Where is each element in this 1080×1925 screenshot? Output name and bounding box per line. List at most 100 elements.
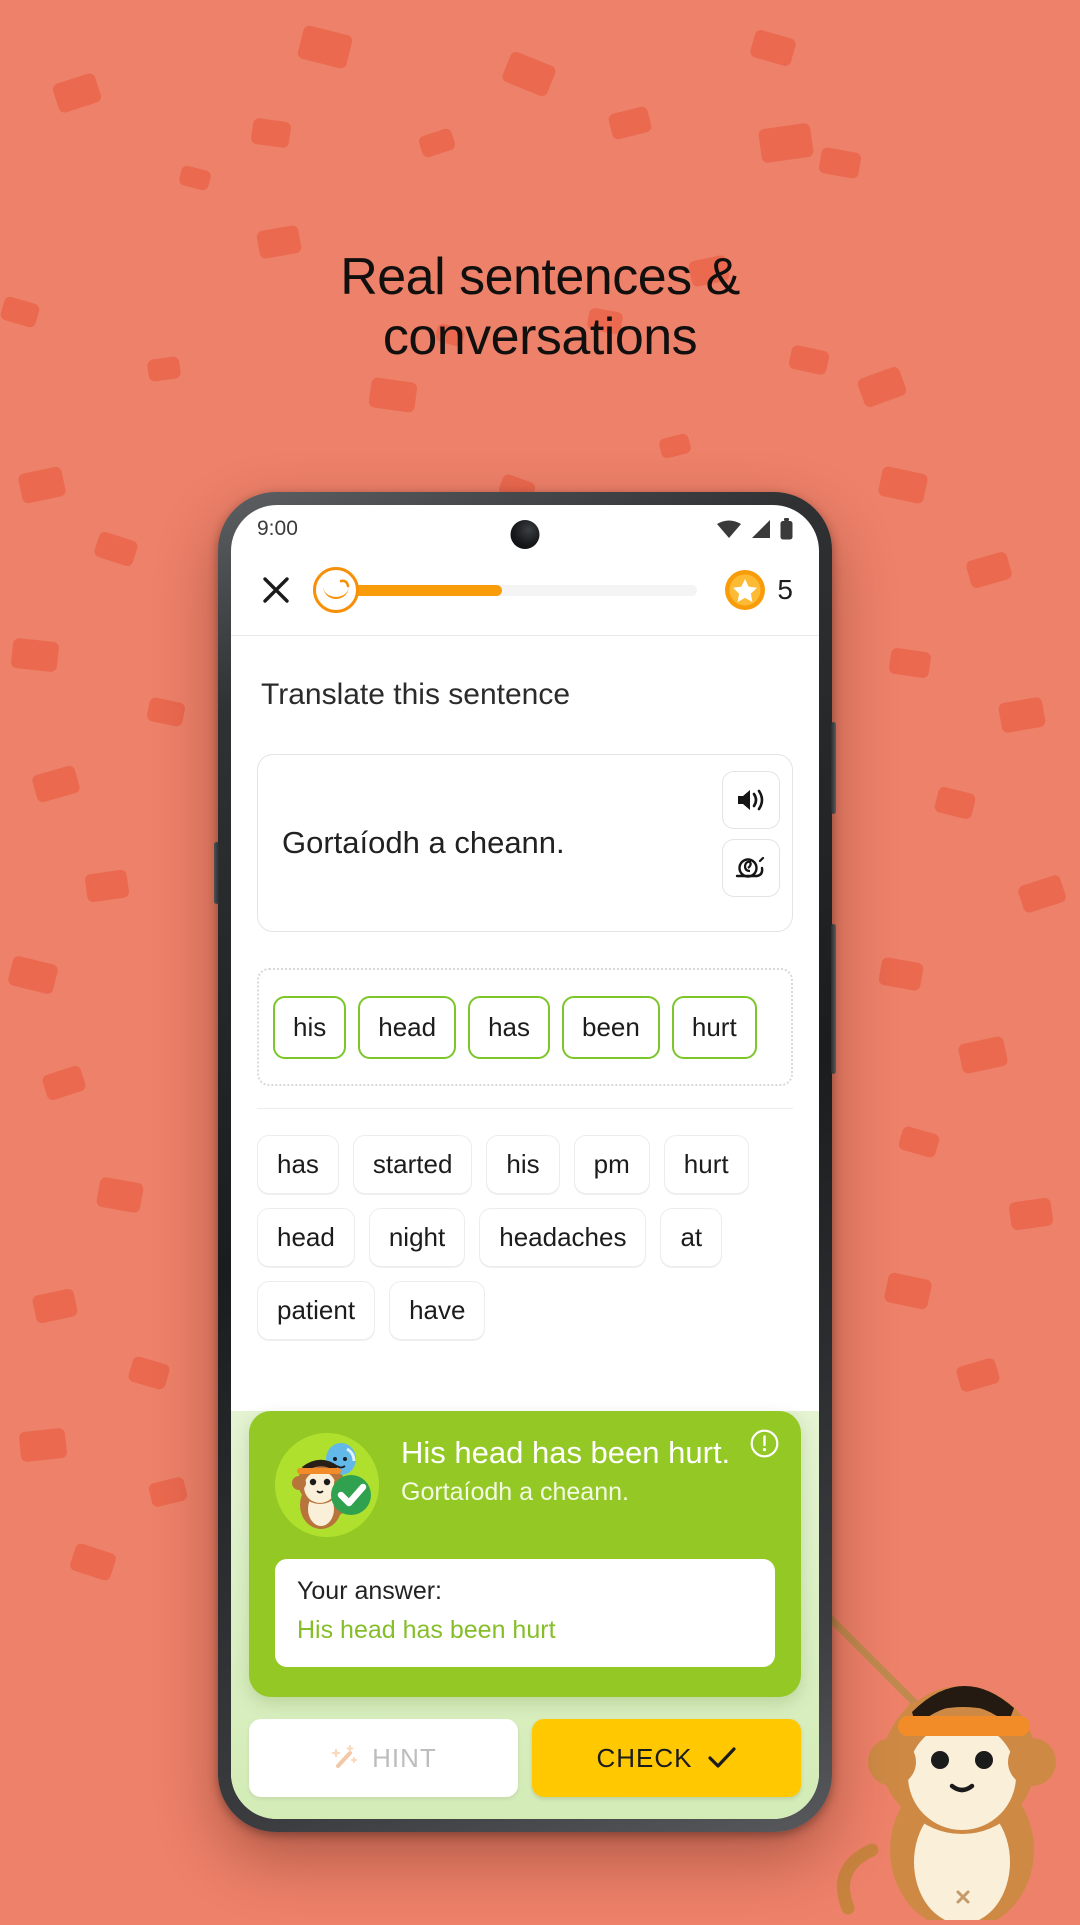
word-bank[interactable]: has started his pm hurt head night headaches at p… bbox=[257, 1135, 793, 1340]
report-button[interactable] bbox=[750, 1429, 779, 1458]
check-button[interactable]: CHECK bbox=[532, 1719, 801, 1797]
word-bank-chip[interactable]: patient bbox=[257, 1281, 376, 1340]
feedback-card: His head has been hurt. Gortaíodh a chea… bbox=[249, 1411, 801, 1697]
word-bank-chip[interactable]: headaches bbox=[479, 1208, 647, 1267]
word-bank-chip[interactable]: his bbox=[486, 1135, 560, 1194]
word-bank-chip[interactable]: night bbox=[368, 1208, 466, 1267]
selected-word-chip[interactable]: head bbox=[358, 995, 457, 1059]
confetti-piece bbox=[964, 550, 1014, 590]
play-slow-audio-button[interactable] bbox=[722, 839, 780, 897]
confetti-piece bbox=[7, 954, 59, 996]
status-bar-icons bbox=[716, 518, 793, 540]
confetti-piece bbox=[877, 465, 929, 505]
confetti-piece bbox=[417, 127, 457, 159]
confetti-piece bbox=[957, 1035, 1009, 1075]
play-audio-button[interactable] bbox=[722, 771, 780, 829]
action-buttons: HINT CHECK bbox=[231, 1697, 819, 1819]
hint-button-label: HINT bbox=[372, 1742, 437, 1773]
progress-bar[interactable] bbox=[313, 567, 698, 613]
confetti-piece bbox=[68, 1542, 118, 1582]
monkey-with-balloon-icon bbox=[275, 1433, 379, 1537]
selected-word-chip[interactable]: been bbox=[562, 995, 660, 1059]
confetti-piece bbox=[818, 146, 862, 180]
confetti-piece bbox=[250, 117, 292, 149]
selected-word-chip[interactable]: has bbox=[468, 995, 551, 1059]
word-bank-chip[interactable]: started bbox=[352, 1135, 473, 1194]
confetti-piece bbox=[40, 1064, 88, 1102]
confetti-piece bbox=[856, 365, 908, 409]
confetti-piece bbox=[955, 1356, 1001, 1394]
confetti-piece bbox=[500, 50, 558, 98]
your-answer-box: Your answer: His head has been hurt bbox=[275, 1559, 775, 1667]
your-answer-value: His head has been hurt bbox=[297, 1616, 556, 1644]
phone-mockup: 9:00 5 Translate this sentence Gortaíodh… bbox=[214, 492, 836, 1832]
confetti-piece bbox=[658, 432, 692, 460]
word-bank-chip[interactable]: have bbox=[389, 1281, 486, 1340]
feedback-background: His head has been hurt. Gortaíodh a chea… bbox=[231, 1411, 819, 1819]
confetti-piece bbox=[31, 1287, 79, 1325]
confetti-piece bbox=[607, 105, 653, 141]
progress-track bbox=[336, 584, 698, 596]
snail-icon bbox=[735, 856, 765, 878]
check-button-label: CHECK bbox=[596, 1742, 693, 1773]
confetti-piece bbox=[95, 1176, 145, 1214]
confetti-piece bbox=[127, 1355, 171, 1391]
page-title: Real sentences & conversations bbox=[0, 248, 1080, 368]
signal-icon bbox=[752, 520, 770, 538]
avatar bbox=[275, 1433, 379, 1537]
phone-side-button-left bbox=[214, 842, 219, 904]
streak-count: 5 bbox=[777, 574, 793, 605]
word-bank-chip[interactable]: pm bbox=[573, 1135, 650, 1194]
streak-indicator[interactable]: 5 bbox=[723, 568, 793, 612]
word-bank-chip[interactable]: hurt bbox=[663, 1135, 749, 1194]
sentence-card: Gortaíodh a cheann. bbox=[257, 754, 793, 932]
word-bank-chip[interactable]: at bbox=[660, 1208, 723, 1267]
monkey-with-pointer-icon bbox=[826, 1614, 1056, 1925]
your-answer-label: Your answer: bbox=[297, 1577, 442, 1605]
progress-fill bbox=[336, 584, 503, 596]
confetti-piece bbox=[10, 637, 60, 673]
magic-wand-icon bbox=[332, 1745, 358, 1768]
hint-button[interactable]: HINT bbox=[249, 1719, 518, 1797]
word-bank-chip[interactable]: head bbox=[257, 1208, 355, 1267]
selected-word-chip[interactable]: his bbox=[273, 995, 347, 1059]
decorative-mascot bbox=[812, 1600, 1072, 1925]
close-button[interactable] bbox=[257, 571, 295, 609]
word-bank-chip[interactable]: has bbox=[257, 1135, 339, 1194]
selected-word-chip[interactable]: hurt bbox=[671, 995, 757, 1059]
divider bbox=[257, 1108, 793, 1109]
page-title-line-2: conversations bbox=[382, 307, 698, 366]
feedback-texts: His head has been hurt. Gortaíodh a chea… bbox=[401, 1433, 775, 1507]
confetti-piece bbox=[1008, 1197, 1054, 1231]
confetti-piece bbox=[18, 1427, 68, 1463]
confetti-piece bbox=[145, 696, 187, 728]
source-sentence: Gortaíodh a cheann. bbox=[282, 824, 565, 860]
confetti-piece bbox=[17, 465, 67, 505]
confetti-piece bbox=[877, 956, 925, 992]
speaker-icon bbox=[738, 789, 764, 811]
confetti-piece bbox=[883, 1271, 933, 1311]
confetti-piece bbox=[757, 122, 815, 164]
confetti-piece bbox=[51, 71, 103, 115]
audio-controls bbox=[722, 771, 780, 897]
camera-punch-hole-icon bbox=[510, 520, 540, 549]
confetti-piece bbox=[92, 530, 140, 568]
status-bar-time: 9:00 bbox=[257, 517, 298, 540]
feedback-header: His head has been hurt. Gortaíodh a chea… bbox=[275, 1433, 775, 1537]
confetti-piece bbox=[1016, 873, 1068, 915]
confetti-piece bbox=[84, 869, 130, 903]
correct-answer-text: His head has been hurt. bbox=[401, 1435, 731, 1470]
confetti-piece bbox=[997, 696, 1047, 734]
wifi-icon bbox=[717, 520, 741, 538]
info-icon bbox=[750, 1429, 779, 1458]
monkey-face-icon bbox=[323, 579, 350, 599]
confetti-piece bbox=[748, 28, 798, 68]
confetti-piece bbox=[178, 164, 212, 192]
phone-screen: 9:00 5 Translate this sentence Gortaíodh… bbox=[231, 505, 819, 1819]
confetti-piece bbox=[296, 24, 354, 70]
battery-icon bbox=[780, 518, 793, 540]
confetti-piece bbox=[30, 764, 82, 804]
page-title-line-1: Real sentences & bbox=[340, 248, 740, 306]
answer-dropzone[interactable]: his head has been hurt bbox=[257, 968, 793, 1086]
confetti-piece bbox=[147, 1476, 189, 1508]
